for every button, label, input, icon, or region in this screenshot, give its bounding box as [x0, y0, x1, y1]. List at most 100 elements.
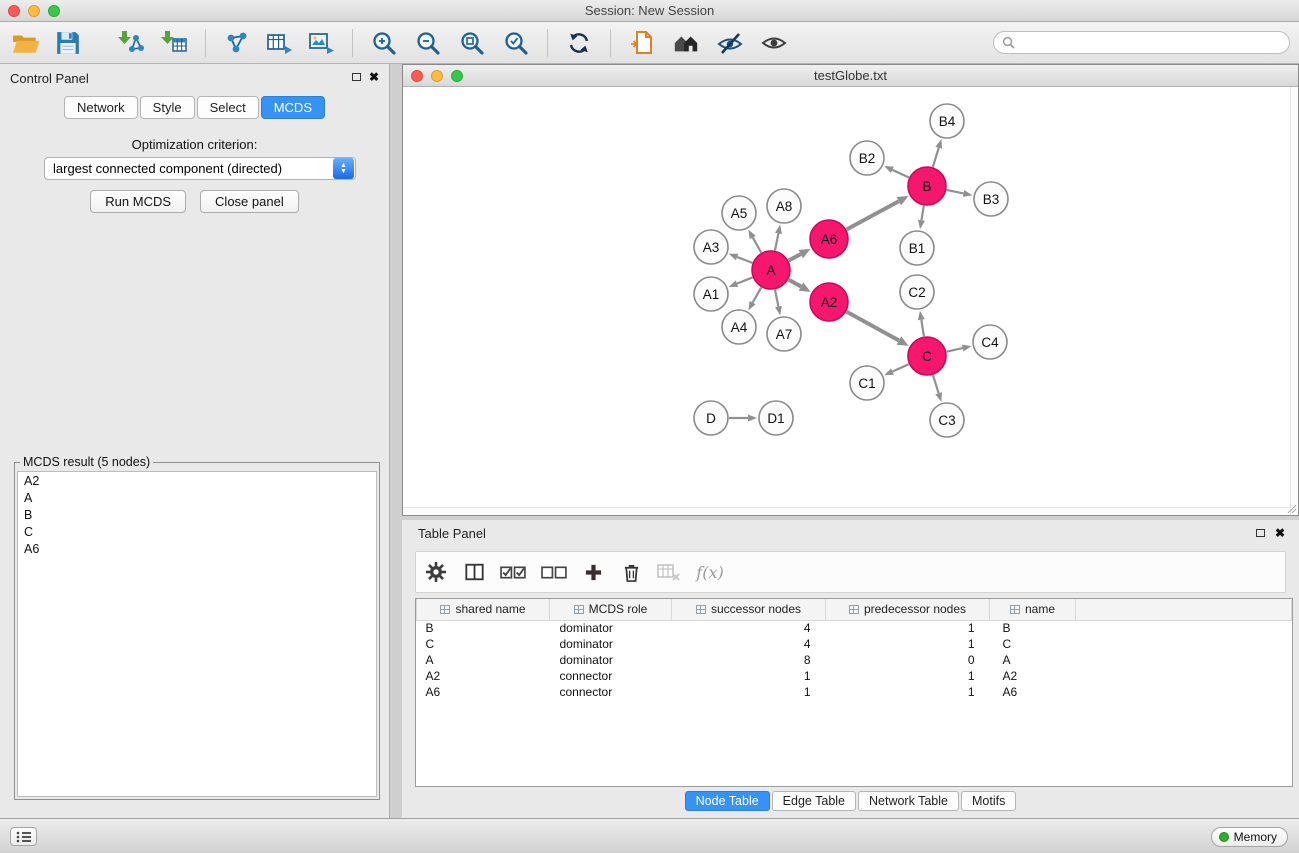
mcds-result-list[interactable]: A2ABCA6 — [17, 471, 377, 797]
delete-table-button[interactable] — [650, 555, 688, 589]
zoom-in-button[interactable] — [366, 26, 402, 60]
open-document-button[interactable] — [624, 26, 660, 60]
import-table-button[interactable] — [156, 26, 192, 60]
network-node-A2[interactable]: A2 — [810, 283, 848, 321]
refresh-button[interactable] — [561, 26, 597, 60]
export-image-button[interactable] — [303, 26, 339, 60]
table-cell[interactable]: 0 — [826, 652, 990, 668]
network-node-B2[interactable]: B2 — [850, 141, 884, 175]
table-row[interactable]: Adominator80A — [417, 652, 1292, 668]
table-cell[interactable]: A2 — [990, 668, 1076, 684]
criterion-dropdown[interactable]: largest connected component (directed) ▲… — [44, 157, 356, 180]
save-button[interactable] — [50, 26, 86, 60]
table-cell[interactable]: A — [417, 652, 550, 668]
network-edge[interactable] — [847, 201, 899, 229]
network-edge[interactable] — [893, 364, 909, 371]
column-header-name[interactable]: name — [990, 599, 1076, 620]
export-table-button[interactable] — [261, 26, 297, 60]
table-cell[interactable]: 8 — [672, 652, 826, 668]
search-field[interactable] — [993, 31, 1290, 54]
annotation-visibility-button[interactable] — [712, 26, 748, 60]
network-node-A8[interactable]: A8 — [767, 189, 801, 223]
add-column-button[interactable] — [574, 555, 612, 589]
network-edge[interactable] — [737, 257, 752, 263]
network-edge[interactable] — [789, 280, 801, 287]
table-cell[interactable]: dominator — [550, 636, 672, 652]
unselect-all-button[interactable] — [534, 555, 574, 589]
mcds-result-item[interactable]: A6 — [18, 541, 376, 558]
tab-network-table[interactable]: Network Table — [858, 791, 959, 811]
table-cell[interactable]: B — [417, 620, 550, 636]
tab-style[interactable]: Style — [140, 96, 195, 119]
network-node-A6[interactable]: A6 — [810, 220, 848, 258]
network-node-A1[interactable]: A1 — [694, 277, 728, 311]
table-cell[interactable]: 1 — [672, 668, 826, 684]
vertical-scrollbar[interactable] — [1290, 87, 1298, 515]
column-header-predecessor-nodes[interactable]: predecessor nodes — [826, 599, 990, 620]
network-edge[interactable] — [775, 290, 778, 307]
mcds-result-item[interactable]: A — [18, 490, 376, 507]
close-panel-icon[interactable]: ✖ — [369, 70, 379, 84]
table-settings-button[interactable] — [416, 555, 456, 589]
table-cell[interactable]: dominator — [550, 620, 672, 636]
tab-motifs[interactable]: Motifs — [961, 791, 1016, 811]
network-edge[interactable] — [753, 287, 762, 302]
network-edge[interactable] — [847, 312, 899, 341]
table-cell[interactable]: C — [417, 636, 550, 652]
search-input[interactable] — [1020, 36, 1281, 50]
import-network-button[interactable] — [112, 26, 148, 60]
run-mcds-button[interactable]: Run MCDS — [90, 190, 186, 213]
table-cell[interactable]: 4 — [672, 620, 826, 636]
table-cell[interactable]: A6 — [990, 684, 1076, 700]
tab-edge-table[interactable]: Edge Table — [772, 791, 856, 811]
network-edge[interactable] — [737, 277, 752, 283]
mcds-result-item[interactable]: C — [18, 524, 376, 541]
network-edge[interactable] — [789, 254, 801, 260]
horizontal-scrollbar[interactable] — [403, 507, 1290, 515]
network-node-D[interactable]: D — [694, 401, 728, 435]
network-canvas[interactable]: B4B2BB3A5A8A6B1A3AA1A2C2A4A7C4CC1C3DD1 — [403, 87, 1298, 515]
zoom-fit-button[interactable] — [454, 26, 490, 60]
task-history-button[interactable] — [10, 827, 37, 846]
table-cell[interactable]: A2 — [417, 668, 550, 684]
network-node-B[interactable]: B — [908, 167, 946, 205]
network-edge[interactable] — [933, 148, 939, 167]
network-edge[interactable] — [933, 375, 939, 393]
open-folder-button[interactable] — [8, 26, 44, 60]
column-header-shared-name[interactable]: shared name — [417, 599, 550, 620]
table-cell[interactable]: 4 — [672, 636, 826, 652]
zoom-selected-button[interactable] — [498, 26, 534, 60]
table-cell[interactable]: A — [990, 652, 1076, 668]
memory-button[interactable]: Memory — [1211, 827, 1288, 847]
function-builder-button[interactable]: f(x) — [688, 555, 732, 589]
table-cell[interactable]: 1 — [672, 684, 826, 700]
tab-node-table[interactable]: Node Table — [685, 791, 770, 811]
network-edge[interactable] — [775, 233, 778, 250]
network-edge[interactable] — [753, 237, 762, 252]
column-header-MCDS-role[interactable]: MCDS role — [550, 599, 672, 620]
network-node-A3[interactable]: A3 — [694, 230, 728, 264]
home-button[interactable] — [668, 26, 704, 60]
network-node-A5[interactable]: A5 — [722, 196, 756, 230]
network-node-D1[interactable]: D1 — [759, 401, 793, 435]
network-edge[interactable] — [892, 170, 909, 178]
tab-select[interactable]: Select — [197, 96, 259, 119]
table-cell[interactable]: C — [990, 636, 1076, 652]
network-edge[interactable] — [947, 190, 964, 193]
network-node-C3[interactable]: C3 — [930, 403, 964, 437]
network-tool-button[interactable] — [219, 26, 255, 60]
network-node-C2[interactable]: C2 — [900, 275, 934, 309]
mcds-result-item[interactable]: A2 — [18, 473, 376, 490]
network-node-B4[interactable]: B4 — [930, 104, 964, 138]
show-columns-button[interactable] — [456, 555, 492, 589]
close-panel-icon[interactable]: ✖ — [1275, 526, 1285, 540]
table-row[interactable]: A2connector11A2 — [417, 668, 1292, 684]
network-node-C1[interactable]: C1 — [850, 366, 884, 400]
table-cell[interactable]: A6 — [417, 684, 550, 700]
table-cell[interactable]: 1 — [826, 636, 990, 652]
float-panel-icon[interactable] — [352, 73, 361, 81]
delete-column-button[interactable] — [612, 555, 650, 589]
network-edge[interactable] — [921, 206, 923, 221]
table-cell[interactable]: 1 — [826, 668, 990, 684]
network-node-A4[interactable]: A4 — [722, 310, 756, 344]
